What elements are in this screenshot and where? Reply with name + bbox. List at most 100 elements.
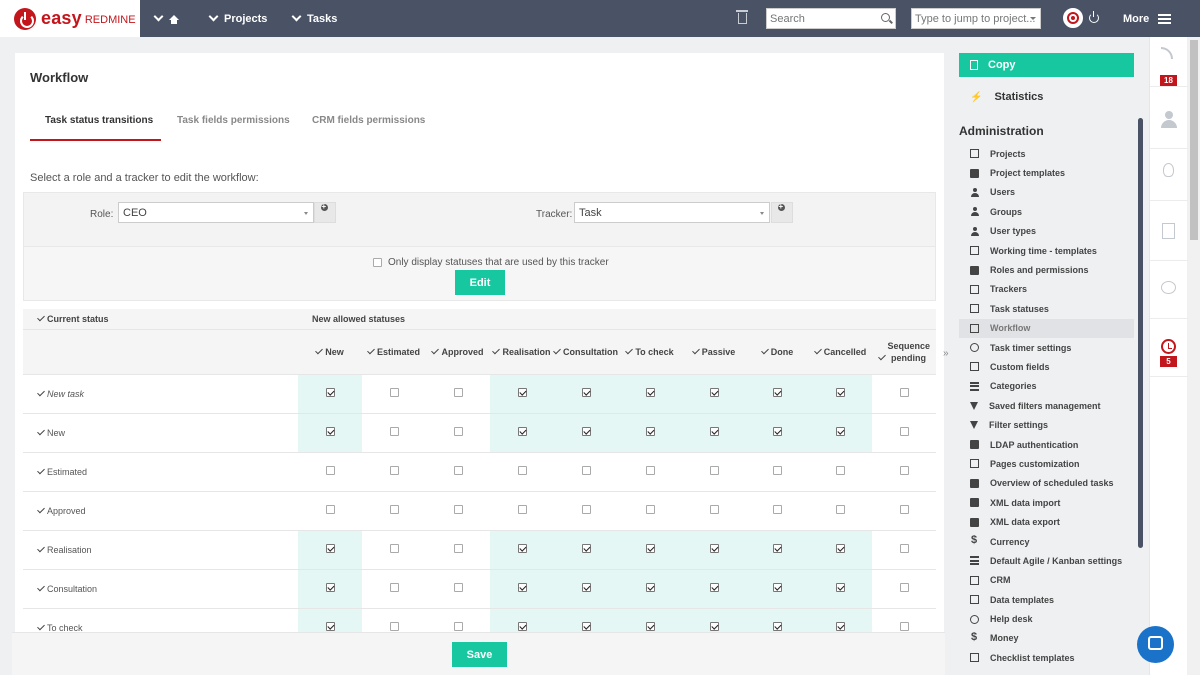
projects-menu[interactable]: Projects xyxy=(208,0,267,37)
transition-checkbox[interactable] xyxy=(389,622,399,631)
statistics-link[interactable]: ⚡ Statistics xyxy=(970,91,1043,103)
transition-checkbox[interactable] xyxy=(389,427,399,436)
sidebar-item-workflow[interactable]: Workflow xyxy=(959,318,1134,338)
transition-checkbox[interactable] xyxy=(899,505,909,514)
sidebar-item-money[interactable]: Money xyxy=(959,629,1134,648)
logo[interactable]: easy REDMINE xyxy=(0,0,140,37)
transition-checkbox[interactable] xyxy=(517,388,527,397)
status-column-header[interactable]: Sequence pending xyxy=(872,329,937,375)
transition-checkbox[interactable] xyxy=(836,622,845,631)
sidebar-item-crm[interactable]: CRM xyxy=(959,571,1134,590)
transition-checkbox[interactable] xyxy=(645,622,655,631)
transition-checkbox[interactable] xyxy=(517,583,527,592)
status-column-header[interactable]: Estimated xyxy=(362,329,426,375)
sidebar-item-ldap-authentication[interactable]: LDAP authentication xyxy=(959,435,1134,454)
page-scrollbar-thumb[interactable] xyxy=(1190,40,1198,240)
search-icon[interactable] xyxy=(881,13,890,22)
transition-checkbox[interactable] xyxy=(645,388,655,397)
transition-checkbox[interactable] xyxy=(709,427,719,436)
page-scrollbar[interactable] xyxy=(1188,37,1200,675)
transition-checkbox[interactable] xyxy=(389,388,399,397)
transition-checkbox[interactable] xyxy=(517,505,527,514)
copy-button[interactable]: Copy xyxy=(959,53,1134,77)
sidebar-item-groups[interactable]: Groups xyxy=(959,202,1134,221)
transition-checkbox[interactable] xyxy=(325,583,335,592)
transition-checkbox[interactable] xyxy=(453,388,463,397)
sidebar-item-project-templates[interactable]: Project templates xyxy=(959,163,1134,182)
transition-checkbox[interactable] xyxy=(325,622,335,631)
transition-checkbox[interactable] xyxy=(325,544,335,553)
current-status-cell[interactable]: New task xyxy=(23,374,298,414)
sidebar-item-filter-settings[interactable]: Filter settings xyxy=(959,415,1134,434)
transition-checkbox[interactable] xyxy=(453,466,463,475)
sidebar-scrollbar[interactable] xyxy=(1138,118,1143,548)
sidebar-item-overview-of-scheduled-tasks[interactable]: Overview of scheduled tasks xyxy=(959,474,1134,493)
sidebar-item-currency[interactable]: Currency xyxy=(959,532,1134,551)
transition-checkbox[interactable] xyxy=(581,544,591,553)
history-button[interactable]: 5 xyxy=(1150,327,1188,377)
sidebar-item-default-agile-kanban-settings[interactable]: Default Agile / Kanban settings xyxy=(959,551,1134,570)
transition-checkbox[interactable] xyxy=(325,388,335,397)
user-profile-button[interactable] xyxy=(1150,99,1188,149)
add-role-button[interactable] xyxy=(314,202,336,223)
current-status-cell[interactable]: Consultation xyxy=(23,569,298,609)
transition-checkbox[interactable] xyxy=(517,466,527,475)
status-column-header[interactable]: Cancelled xyxy=(809,329,872,375)
sidebar-item-data-templates[interactable]: Data templates xyxy=(959,590,1134,609)
tracker-select[interactable]: Task xyxy=(574,202,770,223)
current-status-cell[interactable]: Estimated xyxy=(23,452,298,492)
status-column-header[interactable]: Passive xyxy=(682,329,746,375)
chat-button[interactable] xyxy=(1150,269,1188,319)
status-column-header[interactable]: Approved xyxy=(426,329,490,375)
current-status-cell[interactable]: New xyxy=(23,413,298,453)
transition-checkbox[interactable] xyxy=(581,466,591,475)
project-jump-select[interactable]: Type to jump to project... xyxy=(911,8,1041,29)
sidebar-item-working-time-templates[interactable]: Working time - templates xyxy=(959,241,1134,260)
transition-checkbox[interactable] xyxy=(453,427,463,436)
transition-checkbox[interactable] xyxy=(836,544,845,553)
trash-icon[interactable] xyxy=(736,10,748,24)
sidebar-item-task-timer-settings[interactable]: Task timer settings xyxy=(959,338,1134,357)
transition-checkbox[interactable] xyxy=(709,583,719,592)
logout-power-icon[interactable] xyxy=(1089,11,1099,23)
sidebar-item-xml-data-export[interactable]: XML data export xyxy=(959,512,1134,531)
sidebar-item-roles-and-permissions[interactable]: Roles and permissions xyxy=(959,260,1134,279)
transition-checkbox[interactable] xyxy=(581,505,591,514)
transition-checkbox[interactable] xyxy=(453,583,463,592)
tab-crm-fields-permissions[interactable]: CRM fields permissions xyxy=(312,115,425,126)
sidebar-item-custom-fields[interactable]: Custom fields xyxy=(959,357,1134,376)
transition-checkbox[interactable] xyxy=(581,427,591,436)
current-status-cell[interactable]: Approved xyxy=(23,491,298,531)
sidebar-item-categories[interactable]: Categories xyxy=(959,377,1134,396)
status-column-header[interactable]: To check xyxy=(618,329,682,375)
transition-checkbox[interactable] xyxy=(517,544,527,553)
transition-checkbox[interactable] xyxy=(899,544,909,553)
transition-checkbox[interactable] xyxy=(773,622,782,631)
current-status-cell[interactable]: Realisation xyxy=(23,530,298,570)
status-column-header[interactable]: New xyxy=(298,329,362,375)
transition-checkbox[interactable] xyxy=(453,622,463,631)
transition-checkbox[interactable] xyxy=(389,466,399,475)
transition-checkbox[interactable] xyxy=(899,427,909,436)
transition-checkbox[interactable] xyxy=(325,505,335,514)
tab-task-fields-permissions[interactable]: Task fields permissions xyxy=(177,115,290,126)
transition-checkbox[interactable] xyxy=(836,427,845,436)
transition-checkbox[interactable] xyxy=(453,544,463,553)
current-status-header[interactable]: Current status xyxy=(23,309,298,330)
add-tracker-button[interactable] xyxy=(771,202,793,223)
transition-checkbox[interactable] xyxy=(773,544,782,553)
transition-checkbox[interactable] xyxy=(899,388,909,397)
checklist-button[interactable] xyxy=(1150,211,1188,261)
transition-checkbox[interactable] xyxy=(709,388,719,397)
transition-checkbox[interactable] xyxy=(899,583,909,592)
transition-checkbox[interactable] xyxy=(325,427,335,436)
transition-checkbox[interactable] xyxy=(709,544,719,553)
transition-checkbox[interactable] xyxy=(836,388,845,397)
transition-checkbox[interactable] xyxy=(773,466,782,475)
sidebar-item-trackers[interactable]: Trackers xyxy=(959,280,1134,299)
search-input[interactable] xyxy=(767,9,877,28)
transition-checkbox[interactable] xyxy=(645,427,655,436)
edit-button[interactable]: Edit xyxy=(455,270,505,295)
tab-task-status-transitions[interactable]: Task status transitions xyxy=(45,115,153,126)
transition-checkbox[interactable] xyxy=(709,466,719,475)
